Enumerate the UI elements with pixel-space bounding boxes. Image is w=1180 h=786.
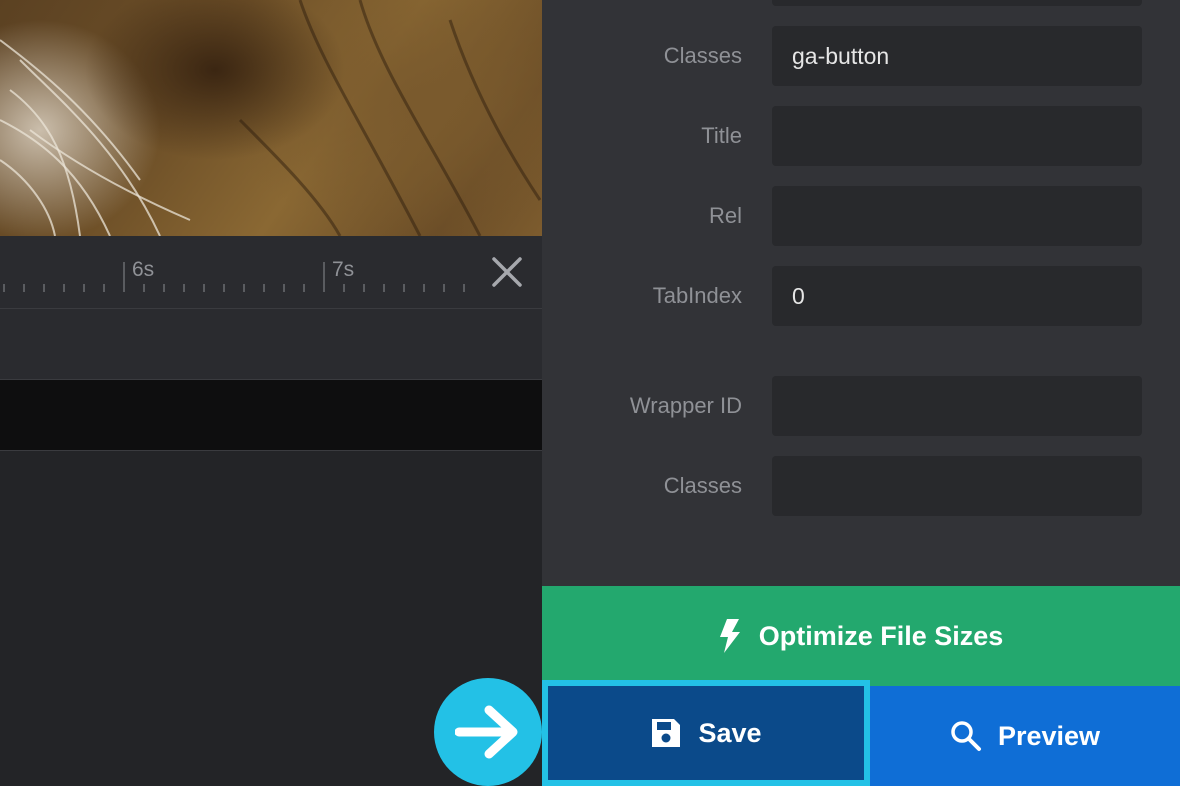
preview-button-label: Preview bbox=[997, 720, 1101, 751]
tabindex-label: TabIndex bbox=[652, 283, 742, 308]
floppy-disk-icon bbox=[652, 719, 681, 747]
save-button[interactable]: Save bbox=[542, 680, 870, 786]
wrapper-classes-label: Classes bbox=[663, 473, 742, 498]
tick-label-7s: 7s bbox=[332, 258, 355, 281]
classes-input[interactable] bbox=[772, 26, 1142, 86]
input-field-partial[interactable] bbox=[772, 0, 1142, 6]
field-row-rel: Rel bbox=[542, 186, 1180, 246]
timeline-track-selected[interactable] bbox=[0, 380, 542, 451]
rel-input[interactable] bbox=[772, 186, 1142, 246]
arrow-indicator bbox=[434, 678, 542, 786]
wrapper-id-input[interactable] bbox=[772, 376, 1142, 436]
search-icon bbox=[951, 721, 981, 751]
tabindex-input[interactable] bbox=[772, 266, 1142, 326]
timeline-ruler[interactable]: 6s 7s bbox=[0, 236, 542, 309]
field-row-wrapper-id: Wrapper ID bbox=[542, 376, 1180, 436]
wrapper-classes-input[interactable] bbox=[772, 456, 1142, 516]
tick-label-6s: 6s bbox=[132, 258, 155, 281]
optimize-button-label: Optimize File Sizes bbox=[758, 620, 1004, 651]
close-icon bbox=[492, 257, 522, 287]
field-row-wrapper-classes: Classes bbox=[542, 456, 1180, 516]
attributes-panel: Classes Title Rel TabIndex Wrapper ID Cl… bbox=[542, 0, 1180, 586]
image-preview bbox=[0, 0, 542, 236]
classes-label: Classes bbox=[663, 43, 742, 68]
field-row-tabindex: TabIndex bbox=[542, 266, 1180, 326]
field-row-title: Title bbox=[542, 106, 1180, 166]
title-input[interactable] bbox=[772, 106, 1142, 166]
optimize-file-sizes-button[interactable]: Optimize File Sizes bbox=[542, 586, 1180, 686]
preview-button[interactable]: Preview bbox=[870, 686, 1180, 786]
arrow-right-icon bbox=[455, 705, 518, 759]
field-row-classes: Classes bbox=[542, 26, 1180, 86]
ruler-ticks bbox=[3, 262, 465, 292]
close-timeline-button[interactable] bbox=[490, 255, 524, 289]
title-label: Title bbox=[701, 123, 742, 148]
rel-label: Rel bbox=[708, 203, 742, 228]
save-button-label: Save bbox=[698, 717, 762, 748]
timeline-track[interactable] bbox=[0, 309, 542, 380]
fur-texture bbox=[0, 0, 542, 236]
lightning-icon bbox=[719, 619, 740, 653]
wrapper-id-label: Wrapper ID bbox=[629, 393, 742, 418]
